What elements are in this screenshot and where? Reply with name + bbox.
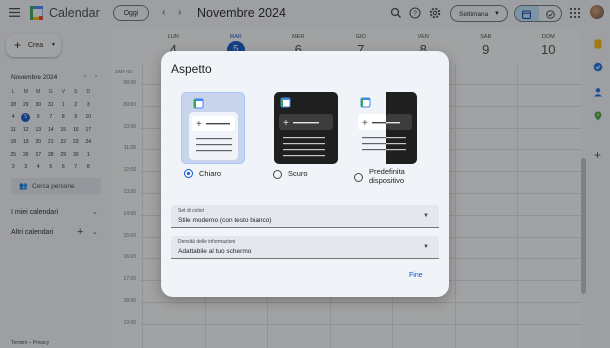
svg-text:+: + bbox=[362, 118, 368, 129]
dialog-title: Aspetto bbox=[171, 62, 212, 76]
theme-preview-dark[interactable]: + bbox=[274, 92, 338, 164]
theme-preview-device[interactable]: + bbox=[354, 92, 417, 164]
caret-down-icon: ▼ bbox=[423, 213, 429, 219]
option-light-label: Chiaro bbox=[199, 169, 222, 178]
appearance-dialog: Aspetto + Chiaro + Scuro + Predefinita d… bbox=[161, 51, 449, 297]
color-set-select[interactable]: Set di colori Stile moderno (con testo b… bbox=[171, 205, 439, 228]
radio-light[interactable] bbox=[184, 169, 193, 178]
color-set-label: Set di colori bbox=[178, 208, 205, 214]
density-label: Densità delle informazioni bbox=[178, 239, 236, 245]
radio-device[interactable] bbox=[354, 173, 363, 182]
caret-down-icon: ▼ bbox=[423, 244, 429, 250]
dark-preview-image: + bbox=[279, 97, 333, 157]
svg-text:+: + bbox=[283, 118, 289, 129]
option-light[interactable]: Chiaro bbox=[181, 164, 251, 184]
color-set-value: Stile moderno (con testo bianco) bbox=[178, 217, 272, 224]
option-dark[interactable]: Scuro bbox=[273, 164, 343, 184]
density-value: Adattabile al tuo schermo bbox=[178, 248, 252, 255]
radio-dark[interactable] bbox=[273, 170, 282, 179]
device-preview-image: + bbox=[358, 92, 417, 164]
theme-preview-light[interactable]: + bbox=[181, 92, 245, 164]
option-device[interactable]: Predefinita dispositivo bbox=[354, 167, 434, 189]
option-dark-label: Scuro bbox=[288, 169, 308, 178]
svg-text:+: + bbox=[196, 119, 202, 130]
density-select[interactable]: Densità delle informazioni Adattabile al… bbox=[171, 236, 439, 259]
option-device-label: Predefinita dispositivo bbox=[369, 167, 405, 185]
light-preview-image: + bbox=[189, 98, 238, 160]
done-button[interactable]: Fine bbox=[409, 272, 423, 279]
